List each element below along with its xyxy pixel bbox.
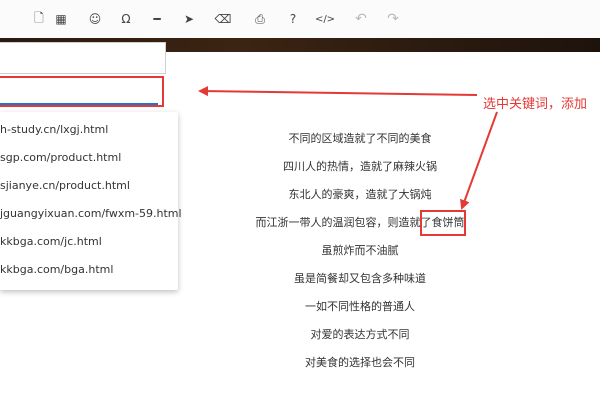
arrow-to-input [198,86,478,97]
annotation-arrows [198,86,498,210]
annotation-text: 选中关键词，添加 [483,97,588,112]
arrow-to-keyword [460,111,498,210]
